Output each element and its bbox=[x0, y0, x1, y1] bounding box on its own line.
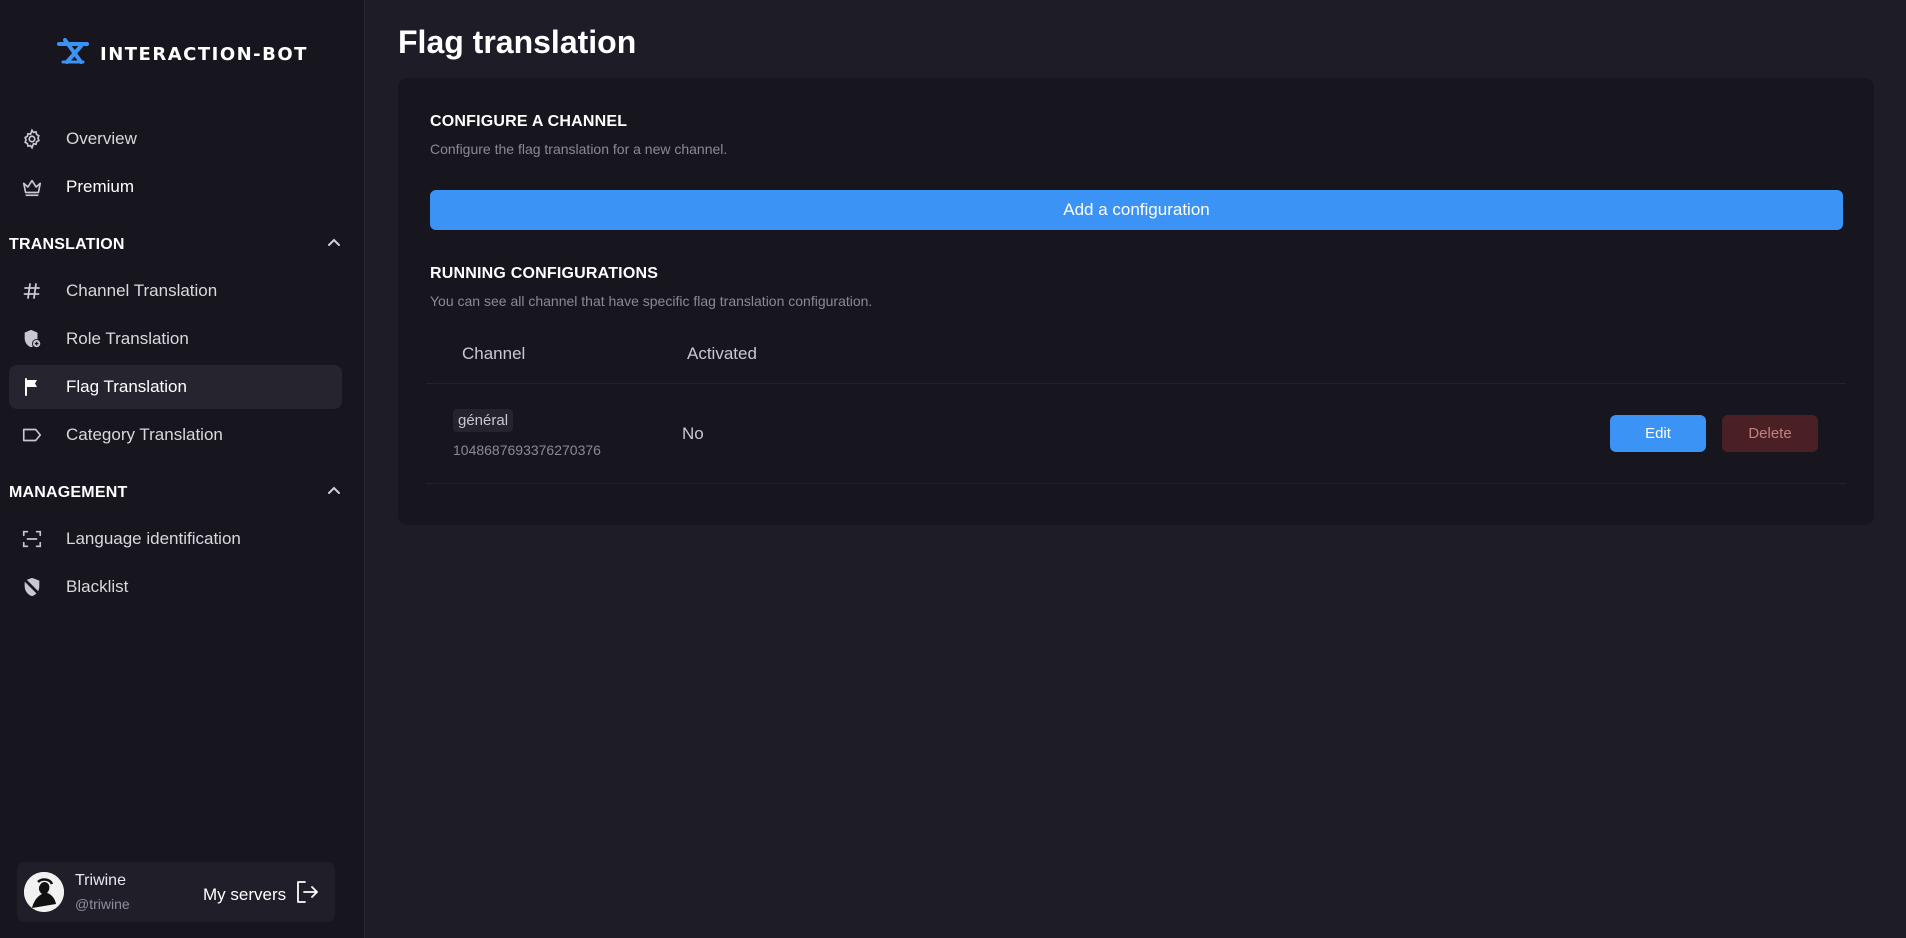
section-title: TRANSLATION bbox=[9, 236, 125, 253]
channel-id: 1048687693376270376 bbox=[453, 442, 601, 458]
configure-description: Configure the flag translation for a new… bbox=[430, 141, 728, 157]
sidebar-item-label: Overview bbox=[66, 129, 137, 148]
sidebar-item-label: Flag Translation bbox=[66, 377, 187, 396]
user-handle: @triwine bbox=[75, 896, 130, 912]
user-card: Triwine @triwine My servers bbox=[17, 862, 335, 922]
sidebar-item-blacklist[interactable]: Blacklist bbox=[9, 565, 342, 609]
logout-icon bbox=[294, 879, 320, 910]
edit-button[interactable]: Edit bbox=[1610, 415, 1706, 452]
table-divider bbox=[426, 483, 1846, 484]
section-header-translation[interactable]: TRANSLATION bbox=[9, 231, 342, 259]
app-logo[interactable]: INTERACTION-BOT bbox=[56, 38, 308, 71]
running-description: You can see all channel that have specif… bbox=[430, 293, 873, 309]
section-title: MANAGEMENT bbox=[9, 484, 128, 501]
table-divider bbox=[426, 383, 1846, 384]
bot-logo-icon bbox=[56, 38, 90, 71]
sidebar-item-channel-translation[interactable]: Channel Translation bbox=[9, 269, 342, 313]
running-heading: RUNNING CONFIGURATIONS bbox=[430, 265, 659, 282]
sidebar-item-category-translation[interactable]: Category Translation bbox=[9, 413, 342, 457]
sidebar-item-language-identification[interactable]: Language identification bbox=[9, 517, 342, 561]
sidebar-item-label: Role Translation bbox=[66, 329, 189, 348]
app-name: INTERACTION-BOT bbox=[100, 44, 308, 65]
add-configuration-button[interactable]: Add a configuration bbox=[430, 190, 1843, 230]
my-servers-label: My servers bbox=[203, 884, 287, 904]
flag-icon bbox=[21, 376, 43, 398]
section-header-management[interactable]: MANAGEMENT bbox=[9, 479, 342, 507]
chevron-up-icon bbox=[326, 235, 342, 256]
hash-icon bbox=[21, 280, 43, 302]
sidebar-item-label: Blacklist bbox=[66, 577, 129, 596]
sidebar-item-label: Category Translation bbox=[66, 425, 223, 444]
tag-icon bbox=[21, 424, 43, 446]
sidebar: INTERACTION-BOT Overview Premium TRANSLA… bbox=[0, 0, 365, 938]
user-name: Triwine bbox=[75, 872, 126, 889]
channel-name-chip: général bbox=[453, 409, 514, 432]
sidebar-item-role-translation[interactable]: Role Translation bbox=[9, 317, 342, 361]
flag-translation-panel: CONFIGURE A CHANNEL Configure the flag t… bbox=[398, 78, 1874, 525]
avatar[interactable] bbox=[24, 872, 64, 912]
sidebar-item-flag-translation[interactable]: Flag Translation bbox=[9, 365, 342, 409]
shield-plus-icon bbox=[21, 328, 43, 350]
crown-icon bbox=[21, 176, 43, 198]
sidebar-item-label: Premium bbox=[66, 177, 135, 196]
column-header-activated: Activated bbox=[687, 344, 757, 363]
column-header-channel: Channel bbox=[462, 344, 526, 363]
sidebar-item-label: Language identification bbox=[66, 529, 241, 548]
sidebar-item-label: Channel Translation bbox=[66, 281, 218, 300]
chevron-up-icon bbox=[326, 483, 342, 504]
page-title: Flag translation bbox=[398, 24, 637, 60]
activated-value: No bbox=[682, 424, 704, 443]
sidebar-item-overview[interactable]: Overview bbox=[9, 117, 342, 161]
delete-button[interactable]: Delete bbox=[1722, 415, 1818, 452]
gear-icon bbox=[21, 128, 43, 150]
scan-icon bbox=[21, 528, 43, 550]
my-servers-button[interactable]: My servers bbox=[203, 879, 320, 910]
shield-off-icon bbox=[21, 576, 43, 598]
sidebar-item-premium[interactable]: Premium bbox=[9, 165, 342, 209]
configure-heading: CONFIGURE A CHANNEL bbox=[430, 113, 628, 130]
